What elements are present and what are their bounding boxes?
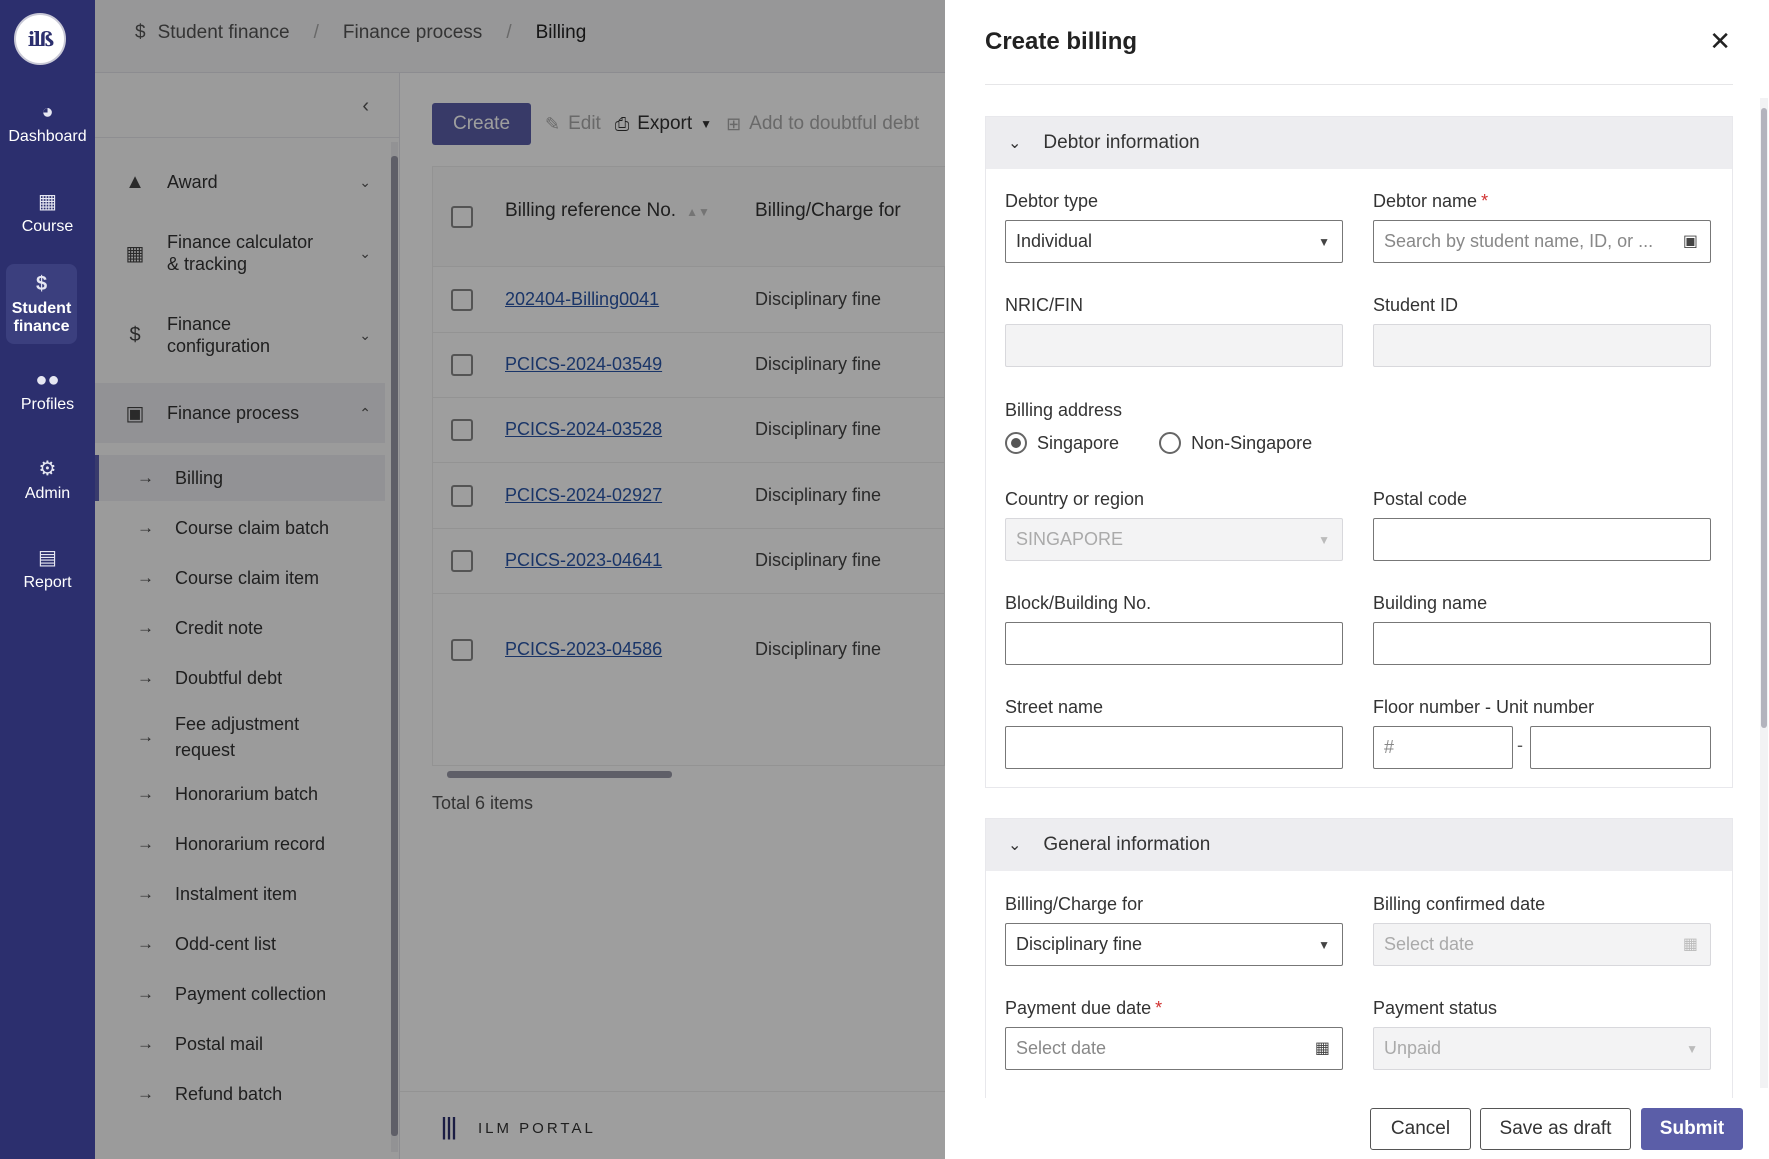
dollar-icon: $ — [35, 273, 48, 295]
nric-field — [1005, 324, 1343, 367]
billing-charge-select[interactable]: Disciplinary fine ▼ — [1005, 923, 1343, 966]
input-placeholder: Select date — [1384, 934, 1475, 954]
country-select: SINGAPORE ▼ — [1005, 518, 1343, 561]
rail-item-admin[interactable]: ⚙ Admin — [0, 457, 95, 503]
billing-charge-label: Billing/Charge for — [1005, 894, 1144, 914]
rail-label: Report — [23, 574, 72, 591]
rail-item-student-finance[interactable]: $ Student finance — [6, 264, 77, 344]
caret-down-icon: ▼ — [1686, 1042, 1698, 1056]
billing-address-label: Billing address — [1005, 400, 1123, 420]
caret-down-icon: ▼ — [1318, 235, 1330, 249]
radio-label: Singapore — [1037, 432, 1120, 453]
billing-address-radio-group: Singapore Non-Singapore — [1005, 432, 1312, 454]
billing-confirmed-date-input: Select date ▦ — [1373, 923, 1711, 966]
modal-overlay[interactable] — [95, 0, 945, 1159]
calendar-icon[interactable]: ▦ — [1315, 1038, 1330, 1058]
debtor-information-section: ⌄ Debtor information Debtor type Individ… — [985, 116, 1733, 788]
floor-unit-label: Floor number - Unit number — [1373, 697, 1595, 717]
debtor-name-label: Debtor name * — [1373, 191, 1488, 212]
select-value: Disciplinary fine — [1016, 934, 1143, 954]
postal-code-input[interactable] — [1373, 518, 1711, 561]
rail-item-profiles[interactable]: ●● Profiles — [0, 368, 95, 414]
billing-confirmed-date-label: Billing confirmed date — [1373, 894, 1546, 914]
caret-down-icon: ▼ — [1318, 938, 1330, 952]
block-label: Block/Building No. — [1005, 593, 1152, 613]
street-name-label: Street name — [1005, 697, 1104, 717]
section-header[interactable]: ⌄ General information — [986, 819, 1732, 871]
section-header[interactable]: ⌄ Debtor information — [986, 117, 1732, 169]
dashboard-icon: ◕ — [41, 101, 54, 123]
submit-button[interactable]: Submit — [1641, 1108, 1743, 1150]
caret-down-icon: ▼ — [1318, 533, 1330, 547]
building-name-label: Building name — [1373, 593, 1488, 613]
debtor-type-label: Debtor type — [1005, 191, 1099, 211]
drawer-scrollbar[interactable] — [1760, 98, 1768, 1088]
floor-unit-separator: - — [1517, 735, 1523, 755]
rail-label: Profiles — [20, 396, 75, 413]
contact-card-icon[interactable]: ▣ — [1683, 231, 1698, 251]
label-text: Debtor name — [1373, 191, 1478, 211]
rail-item-report[interactable]: ▤ Report — [0, 546, 95, 592]
cancel-button[interactable]: Cancel — [1370, 1108, 1471, 1150]
section-title: Debtor information — [1043, 132, 1200, 153]
nric-label: NRIC/FIN — [1005, 295, 1083, 315]
payment-status-label: Payment status — [1373, 998, 1498, 1018]
app-logo[interactable]: ilß — [14, 13, 66, 65]
save-draft-button[interactable]: Save as draft — [1480, 1108, 1631, 1150]
chevron-down-icon: ⌄ — [1008, 837, 1022, 854]
course-icon: ▦ — [38, 191, 57, 213]
divider — [985, 84, 1733, 85]
debtor-name-search[interactable]: Search by student name, ID, or ... ▣ — [1373, 220, 1711, 263]
payment-due-date-input[interactable]: Select date ▦ — [1005, 1027, 1343, 1070]
input-placeholder: Search by student name, ID, or ... — [1384, 231, 1654, 251]
input-placeholder: Select date — [1016, 1038, 1107, 1058]
debtor-type-select[interactable]: Individual ▼ — [1005, 220, 1343, 263]
radio-label: Non-Singapore — [1191, 432, 1313, 453]
create-billing-drawer: Create billing ✕ ⌄ Debtor information De… — [945, 0, 1769, 1159]
rail-item-course[interactable]: ▦ Course — [0, 190, 95, 236]
street-name-input[interactable] — [1005, 726, 1343, 769]
required-marker: * — [1481, 191, 1489, 211]
section-title: General information — [1043, 834, 1211, 855]
report-icon: ▤ — [38, 547, 57, 569]
drawer-title: Create billing — [985, 28, 1138, 55]
building-name-input[interactable] — [1373, 622, 1711, 665]
admin-icon: ⚙ — [38, 458, 57, 480]
select-value: Unpaid — [1384, 1038, 1442, 1058]
block-input[interactable] — [1005, 622, 1343, 665]
country-label: Country or region — [1005, 489, 1145, 509]
radio-non-singapore[interactable] — [1159, 432, 1182, 454]
required-marker: * — [1155, 998, 1163, 1018]
payment-status-select: Unpaid ▼ — [1373, 1027, 1711, 1070]
rail-label: Student finance — [11, 300, 72, 335]
nav-rail: ilß ◕ Dashboard ▦ Course $ Student finan… — [0, 0, 95, 1159]
select-value: SINGAPORE — [1016, 529, 1124, 549]
postal-code-label: Postal code — [1373, 489, 1468, 509]
profiles-icon: ●● — [35, 369, 60, 391]
rail-label: Course — [21, 218, 74, 235]
rail-label: Admin — [24, 485, 71, 502]
calendar-icon: ▦ — [1682, 936, 1698, 953]
rail-label: Dashboard — [8, 128, 87, 145]
student-id-label: Student ID — [1373, 295, 1459, 315]
payment-due-date-label: Payment due date * — [1005, 998, 1162, 1019]
close-icon[interactable]: ✕ — [1709, 26, 1731, 57]
rail-item-dashboard[interactable]: ◕ Dashboard — [0, 100, 95, 146]
chevron-down-icon: ⌄ — [1008, 135, 1022, 152]
floor-number-input[interactable]: # — [1373, 726, 1513, 769]
radio-singapore[interactable] — [1005, 432, 1027, 454]
student-id-field — [1373, 324, 1711, 367]
unit-number-input[interactable] — [1530, 726, 1711, 769]
drawer-footer: Cancel Save as draft Submit — [945, 1090, 1769, 1159]
select-value: Individual — [1016, 231, 1093, 251]
general-information-section: ⌄ General information Billing/Charge for… — [985, 818, 1733, 1098]
label-text: Payment due date — [1005, 998, 1152, 1018]
input-prefix: # — [1384, 737, 1395, 757]
